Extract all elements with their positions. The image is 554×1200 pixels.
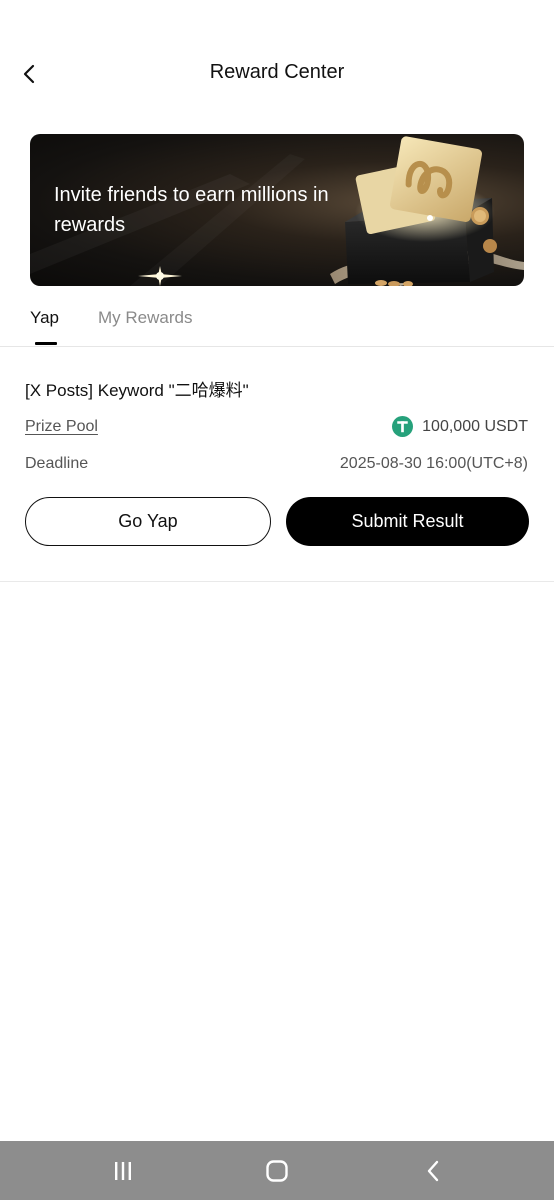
system-navigation-bar — [0, 1141, 554, 1200]
deadline-value: 2025-08-30 16:00(UTC+8) — [339, 455, 528, 472]
tab-bar: Yap My Rewards — [0, 298, 554, 347]
page-title: Reward Center — [209, 61, 345, 83]
active-tab-indicator — [35, 342, 57, 345]
invite-banner[interactable]: Invite friends to earn millions in rewar… — [30, 134, 524, 286]
recent-apps-icon — [115, 1162, 131, 1180]
back-icon — [427, 1160, 439, 1182]
recent-apps-button[interactable] — [107, 1155, 139, 1187]
home-icon — [266, 1160, 288, 1182]
task-title: [X Posts] Keyword "二哈爆料" — [25, 381, 249, 400]
tab-yap[interactable]: Yap — [30, 308, 59, 328]
go-yap-button[interactable]: Go Yap — [25, 497, 271, 546]
usdt-tether-icon — [392, 416, 414, 437]
reward-center-page: Reward Center Invite friends to earn mil… — [0, 0, 554, 1200]
submit-result-button[interactable]: Submit Result — [286, 497, 529, 546]
prize-amount: 100,000 USDT — [422, 417, 528, 435]
system-back-button[interactable] — [417, 1155, 449, 1187]
divider — [0, 581, 554, 582]
deadline-label: Deadline — [25, 455, 89, 472]
header: Reward Center — [0, 44, 554, 104]
tab-my-rewards[interactable]: My Rewards — [98, 308, 192, 328]
prize-pool-value: 100,000 USDT — [392, 416, 528, 437]
banner-text: Invite friends to earn millions in rewar… — [54, 184, 329, 236]
home-button[interactable] — [261, 1155, 293, 1187]
prize-pool-label[interactable]: Prize Pool — [25, 418, 98, 436]
